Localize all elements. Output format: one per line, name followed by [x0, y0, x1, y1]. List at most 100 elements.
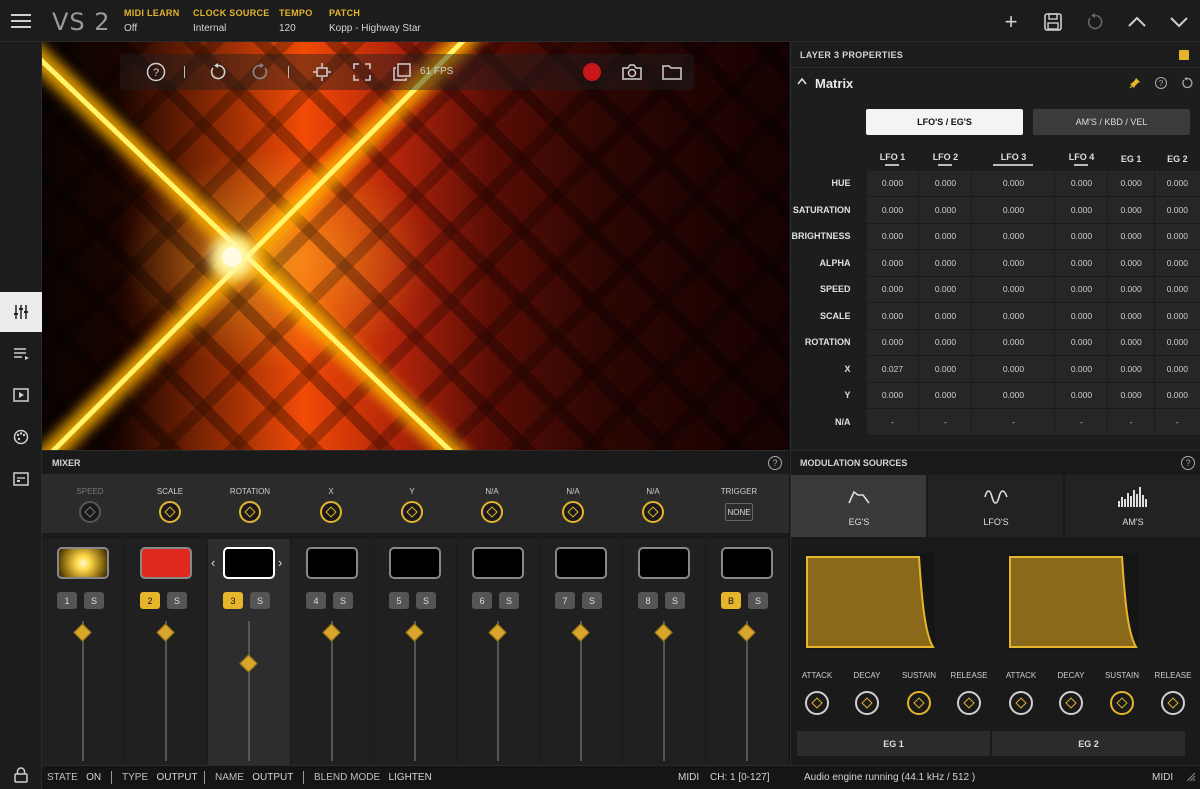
collapse-chevron-icon[interactable] [797, 76, 807, 88]
matrix-cell[interactable]: 0.000 [1153, 169, 1200, 197]
matrix-cell[interactable]: 0.000 [918, 355, 973, 383]
tab-eg1[interactable]: EG 1 [797, 731, 990, 756]
solo-button[interactable]: S [84, 592, 104, 609]
eg1-attack-knob[interactable] [805, 691, 829, 715]
knob-dial[interactable] [642, 501, 664, 523]
matrix-cell[interactable]: 0.000 [1153, 328, 1200, 356]
channel-thumbnail[interactable] [638, 547, 690, 579]
matrix-section-header[interactable]: Matrix ? [791, 69, 1200, 99]
matrix-cell[interactable]: 0.027 [865, 355, 920, 383]
add-icon[interactable]: + [998, 9, 1024, 35]
fader-track[interactable] [580, 621, 582, 761]
help-icon[interactable]: ? [768, 456, 782, 470]
solo-button[interactable]: S [748, 592, 768, 609]
tempo-field[interactable]: TEMPO 120 [279, 8, 313, 34]
knob-x[interactable]: X [296, 487, 366, 523]
fader-handle[interactable] [156, 623, 175, 642]
matrix-cell[interactable]: 0.000 [1153, 275, 1200, 303]
visual-output-canvas[interactable]: ? 61 FPS [42, 42, 789, 450]
fader-handle[interactable] [571, 623, 590, 642]
matrix-cell[interactable]: 0.000 [1054, 355, 1109, 383]
solo-button[interactable]: S [416, 592, 436, 609]
eg2-decay-knob[interactable] [1059, 691, 1083, 715]
help-icon[interactable]: ? [1181, 456, 1195, 470]
matrix-cell[interactable]: 0.000 [971, 249, 1056, 277]
playlist-icon[interactable] [0, 334, 42, 374]
knob-dial[interactable] [239, 501, 261, 523]
layer-select-button[interactable]: 2 [140, 592, 160, 609]
patch-field[interactable]: PATCH Kopp - Highway Star [329, 8, 421, 34]
tab-lfos-egs[interactable]: LFO'S / EG'S [866, 109, 1023, 135]
eg1-release-knob[interactable] [957, 691, 981, 715]
palette-icon[interactable] [0, 417, 42, 457]
fader-handle[interactable] [322, 623, 341, 642]
layer-color-swatch[interactable] [1179, 50, 1189, 60]
channel-thumbnail[interactable] [140, 547, 192, 579]
channel-thumbnail[interactable] [472, 547, 524, 579]
matrix-cell[interactable]: - [918, 408, 973, 436]
redo-icon[interactable] [248, 60, 272, 84]
matrix-cell[interactable]: 0.000 [918, 169, 973, 197]
matrix-cell[interactable]: 0.000 [865, 169, 920, 197]
revert-icon[interactable] [1082, 9, 1108, 35]
fader-track[interactable] [746, 621, 748, 761]
layer-select-button[interactable]: B [721, 592, 741, 609]
matrix-cell[interactable]: 0.000 [1153, 249, 1200, 277]
matrix-cell[interactable]: 0.000 [1054, 169, 1109, 197]
matrix-cell[interactable]: - [971, 408, 1056, 436]
matrix-cell[interactable]: 0.000 [918, 275, 973, 303]
layer-select-button[interactable]: 4 [306, 592, 326, 609]
layer-select-button[interactable]: 6 [472, 592, 492, 609]
channel-thumbnail[interactable] [389, 547, 441, 579]
fullscreen-icon[interactable] [350, 60, 374, 84]
matrix-cell[interactable]: 0.000 [1107, 222, 1155, 250]
tab-ams[interactable]: AM'S [1065, 475, 1200, 537]
tab-egs[interactable]: EG'S [791, 475, 927, 537]
knob-scale[interactable]: SCALE [135, 487, 205, 523]
matrix-cell[interactable]: 0.000 [865, 196, 920, 224]
fit-view-icon[interactable] [310, 60, 334, 84]
matrix-cell[interactable]: 0.000 [918, 222, 973, 250]
matrix-cell[interactable]: 0.000 [1107, 328, 1155, 356]
layer-select-button[interactable]: 7 [555, 592, 575, 609]
fader-track[interactable] [248, 621, 250, 761]
fader-handle[interactable] [73, 623, 92, 642]
tab-ams-kbd-vel[interactable]: AM'S / KBD / VEL [1033, 109, 1190, 135]
knob-dial[interactable] [320, 501, 342, 523]
channel-thumbnail[interactable] [555, 547, 607, 579]
knob-dial[interactable] [562, 501, 584, 523]
channel-thumbnail[interactable] [721, 547, 773, 579]
eg2-release-knob[interactable] [1161, 691, 1185, 715]
matrix-cell[interactable]: 0.000 [1107, 275, 1155, 303]
eg1-envelope-display[interactable] [805, 553, 935, 649]
knob-speed[interactable]: SPEED [55, 487, 125, 523]
fader-track[interactable] [414, 621, 416, 761]
matrix-cell[interactable]: 0.000 [1107, 355, 1155, 383]
matrix-cell[interactable]: 0.000 [971, 302, 1056, 330]
fader-handle[interactable] [405, 623, 424, 642]
solo-button[interactable]: S [167, 592, 187, 609]
tab-eg2[interactable]: EG 2 [992, 731, 1185, 756]
hamburger-menu-icon[interactable] [0, 0, 42, 42]
matrix-cell[interactable]: 0.000 [1054, 249, 1109, 277]
output-settings-icon[interactable] [0, 459, 42, 499]
trigger-button[interactable]: NONE [725, 503, 753, 521]
matrix-cell[interactable]: 0.000 [865, 222, 920, 250]
midi-learn-field[interactable]: MIDI LEARN Off [124, 8, 180, 34]
solo-button[interactable]: S [582, 592, 602, 609]
knob-na-2[interactable]: N/A [538, 487, 608, 523]
matrix-cell[interactable]: 0.000 [918, 249, 973, 277]
eg2-sustain-knob[interactable] [1110, 691, 1134, 715]
matrix-cell[interactable]: 0.000 [1054, 302, 1109, 330]
matrix-cell[interactable]: 0.000 [1153, 222, 1200, 250]
save-icon[interactable] [1040, 9, 1066, 35]
chevron-up-icon[interactable] [1124, 9, 1150, 35]
fader-handle[interactable] [488, 623, 507, 642]
fader-handle[interactable] [737, 623, 756, 642]
knob-y[interactable]: Y [377, 487, 447, 523]
solo-button[interactable]: S [499, 592, 519, 609]
fader-track[interactable] [82, 621, 84, 761]
matrix-cell[interactable]: 0.000 [1153, 302, 1200, 330]
matrix-cell[interactable]: 0.000 [1054, 275, 1109, 303]
layer-select-button[interactable]: 8 [638, 592, 658, 609]
